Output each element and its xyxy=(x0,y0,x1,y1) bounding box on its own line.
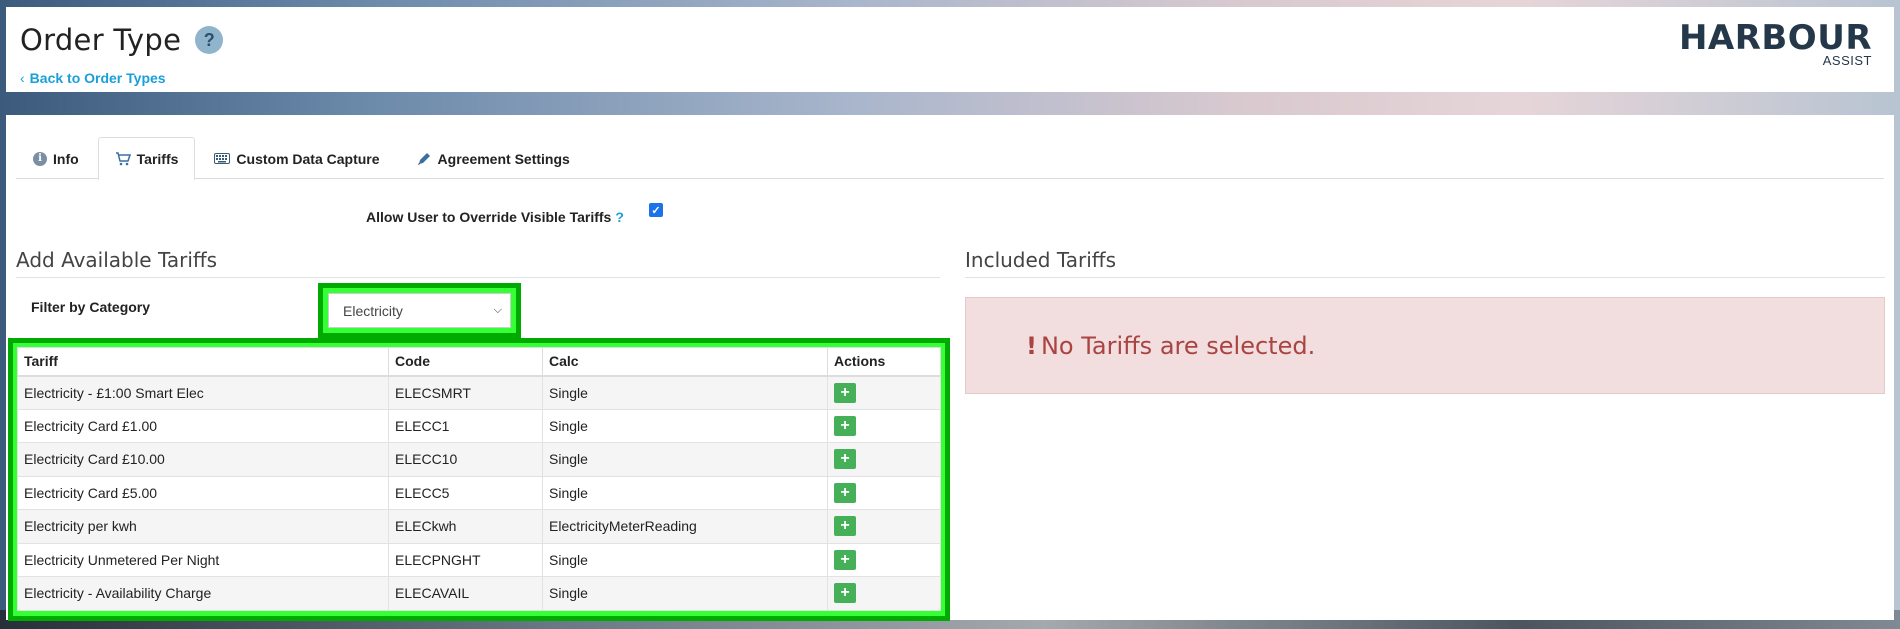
override-label: Allow User to Override Visible Tariffs xyxy=(366,209,612,225)
actions-cell: + xyxy=(827,475,941,510)
override-checkbox[interactable]: ✓ xyxy=(649,203,663,217)
calc-cell: ElectricityMeterReading xyxy=(542,509,828,544)
alert-message: No Tariffs are selected. xyxy=(1040,331,1316,360)
logo-main: HARBOUR xyxy=(1678,18,1872,58)
question-icon[interactable]: ? xyxy=(195,26,224,54)
tariff-cell: Electricity Unmetered Per Night xyxy=(17,542,389,577)
info-icon: i xyxy=(33,151,47,166)
tab-label: Agreement Settings xyxy=(437,150,570,167)
divider xyxy=(16,277,940,278)
included-tariffs-heading: Included Tariffs xyxy=(965,248,1116,272)
tariff-cell: Electricity - Availability Charge xyxy=(17,576,389,611)
table-row: Electricity Card £5.00 ELECC5 Single + xyxy=(17,475,941,510)
back-to-order-types-link[interactable]: ‹ Back to Order Types xyxy=(20,70,166,86)
no-tariffs-alert: ! No Tariffs are selected. xyxy=(965,297,1885,394)
column-header: Calc xyxy=(542,347,828,377)
tab-custom-data-capture[interactable]: Custom Data Capture xyxy=(197,137,396,179)
calc-cell: Single xyxy=(542,475,828,510)
tab-info[interactable]: i Info xyxy=(16,137,96,179)
calc-cell: Single xyxy=(542,375,828,410)
actions-cell: + xyxy=(827,576,941,611)
logo: HARBOUR ASSIST xyxy=(1679,19,1872,68)
column-header: Tariff xyxy=(17,347,389,377)
cart-icon xyxy=(115,152,131,166)
add-tariff-button[interactable]: + xyxy=(834,516,856,537)
page-title: Order Type xyxy=(20,23,182,57)
add-tariff-button[interactable]: + xyxy=(834,382,856,403)
back-link-label: Back to Order Types xyxy=(29,70,166,86)
actions-cell: + xyxy=(827,542,941,577)
tariff-cell: Electricity Card £10.00 xyxy=(17,442,389,477)
override-help-icon[interactable]: ? xyxy=(615,209,624,225)
add-tariff-button[interactable]: + xyxy=(834,482,856,503)
category-select[interactable]: Electricity ⌵ xyxy=(328,293,511,328)
chevron-left-icon: ‹ xyxy=(20,70,25,86)
tariff-cell: Electricity Card £5.00 xyxy=(17,475,389,510)
available-tariffs-table: Tariff Code Calc Actions Electricity - £… xyxy=(17,347,941,611)
add-tariff-button[interactable]: + xyxy=(834,583,856,604)
tab-tariffs[interactable]: Tariffs xyxy=(97,137,196,180)
tab-label: Tariffs xyxy=(136,151,179,167)
table-row: Electricity Card £10.00 ELECC10 Single + xyxy=(17,442,941,477)
pen-icon xyxy=(416,151,432,167)
table-row: Electricity Card £1.00 ELECC1 Single + xyxy=(17,408,941,443)
calc-cell: Single xyxy=(542,576,828,611)
table-row: Electricity - £1:00 Smart Elec ELECSMRT … xyxy=(17,375,941,410)
alert-icon: ! xyxy=(1026,331,1037,360)
tariff-cell: Electricity per kwh xyxy=(17,509,389,544)
available-tariffs-heading: Add Available Tariffs xyxy=(16,248,218,272)
chevron-down-icon: ⌵ xyxy=(493,304,502,316)
tab-bar: i Info Tariffs Custom Data Capture Agree… xyxy=(16,137,1884,180)
add-tariff-button[interactable]: + xyxy=(834,549,856,570)
add-tariff-button[interactable]: + xyxy=(834,449,856,470)
tariff-cell: Electricity - £1:00 Smart Elec xyxy=(17,375,389,410)
tab-agreement-settings[interactable]: Agreement Settings xyxy=(399,137,587,179)
filter-highlight: Electricity ⌵ xyxy=(318,283,521,338)
tab-label: Info xyxy=(53,150,79,167)
actions-cell: + xyxy=(827,375,941,410)
code-cell: ELECSMRT xyxy=(388,375,543,410)
calc-cell: Single xyxy=(542,442,828,477)
title-row: Order Type ? xyxy=(20,23,224,57)
divider xyxy=(965,277,1885,278)
table-header-row: Tariff Code Calc Actions xyxy=(17,347,941,377)
column-header: Actions xyxy=(827,347,941,377)
category-select-value: Electricity xyxy=(343,302,403,319)
code-cell: ELECC10 xyxy=(388,442,543,477)
tab-label: Custom Data Capture xyxy=(236,150,380,167)
override-setting: Allow User to Override Visible Tariffs ? xyxy=(366,209,624,225)
calc-cell: Single xyxy=(542,542,828,577)
tariff-cell: Electricity Card £1.00 xyxy=(17,408,389,443)
actions-cell: + xyxy=(827,442,941,477)
page-header: Order Type ? ‹ Back to Order Types HARBO… xyxy=(6,7,1894,92)
code-cell: ELECAVAIL xyxy=(388,576,543,611)
keyboard-icon xyxy=(214,153,231,164)
table-highlight: Tariff Code Calc Actions Electricity - £… xyxy=(8,338,950,621)
table-row: Electricity Unmetered Per Night ELECPNGH… xyxy=(17,542,941,577)
code-cell: ELECPNGHT xyxy=(388,542,543,577)
code-cell: ELECC5 xyxy=(388,475,543,510)
main-panel: i Info Tariffs Custom Data Capture Agree… xyxy=(6,115,1894,621)
add-tariff-button[interactable]: + xyxy=(834,415,856,436)
actions-cell: + xyxy=(827,408,941,443)
code-cell: ELECkwh xyxy=(388,509,543,544)
column-header: Code xyxy=(388,347,543,377)
code-cell: ELECC1 xyxy=(388,408,543,443)
calc-cell: Single xyxy=(542,408,828,443)
table-row: Electricity - Availability Charge ELECAV… xyxy=(17,576,941,611)
table-row: Electricity per kwh ELECkwh ElectricityM… xyxy=(17,509,941,544)
actions-cell: + xyxy=(827,509,941,544)
filter-label: Filter by Category xyxy=(31,299,151,315)
